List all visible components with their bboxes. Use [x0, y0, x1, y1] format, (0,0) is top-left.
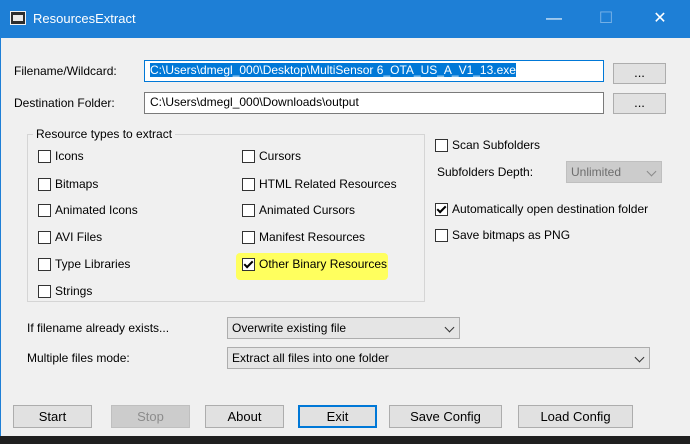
about-button[interactable]: About [205, 405, 284, 428]
checkbox-label: Strings [55, 284, 93, 298]
multiple-files-value: Extract all files into one folder [232, 351, 389, 365]
multiple-files-label: Multiple files mode: [27, 351, 130, 365]
checkbox-avi-files[interactable]: AVI Files [38, 230, 102, 244]
checkbox-box[interactable] [38, 257, 51, 271]
multiple-files-select[interactable]: Extract all files into one folder [227, 347, 650, 369]
checkbox-box[interactable] [38, 177, 51, 191]
checkbox-label: Scan Subfolders [452, 138, 541, 152]
load-config-button[interactable]: Load Config [518, 405, 633, 428]
checkbox-box[interactable] [435, 138, 448, 152]
window-title: ResourcesExtract [33, 11, 136, 26]
filename-input[interactable]: C:\Users\dmegl_000\Desktop\MultiSensor 6… [144, 60, 604, 82]
checkbox-html-related[interactable]: HTML Related Resources [242, 177, 397, 191]
save-config-button[interactable]: Save Config [389, 405, 502, 428]
app-icon [10, 11, 26, 25]
minimize-icon[interactable]: — [531, 0, 577, 38]
checkbox-label: Other Binary Resources [259, 257, 388, 271]
start-button[interactable]: Start [13, 405, 92, 428]
checkbox-type-libraries[interactable]: Type Libraries [38, 257, 130, 271]
checkbox-strings[interactable]: Strings [38, 284, 92, 298]
filename-value: C:\Users\dmegl_000\Desktop\MultiSensor 6… [150, 63, 516, 77]
background-strip [0, 436, 690, 444]
checkbox-box[interactable] [38, 230, 51, 244]
checkbox-animated-icons[interactable]: Animated Icons [38, 203, 138, 217]
checkbox-label: Manifest Resources [259, 230, 366, 244]
checkbox-label: Icons [55, 149, 84, 163]
checkbox-box[interactable] [435, 228, 448, 242]
chevron-down-icon [444, 322, 455, 333]
subfolders-depth-label: Subfolders Depth: [437, 165, 534, 179]
checkbox-box[interactable] [242, 230, 255, 244]
filename-label: Filename/Wildcard: [14, 64, 117, 78]
subfolders-depth-select[interactable]: Unlimited [566, 161, 662, 183]
if-exists-label: If filename already exists... [27, 321, 170, 335]
checkbox-label: Save bitmaps as PNG [452, 228, 571, 242]
title-bar[interactable]: ResourcesExtract — ☐ ✕ [0, 0, 690, 38]
checkbox-box[interactable] [38, 284, 51, 298]
maximize-icon[interactable]: ☐ [583, 0, 629, 38]
chevron-down-icon [646, 166, 657, 177]
checkbox-label: Automatically open destination folder [452, 202, 649, 216]
checkbox-label: Animated Cursors [259, 203, 356, 217]
destination-label: Destination Folder: [14, 96, 115, 110]
checkbox-label: Bitmaps [55, 177, 99, 191]
checkbox-animated-cursors[interactable]: Animated Cursors [242, 203, 355, 217]
checkbox-cursors[interactable]: Cursors [242, 149, 301, 163]
filename-browse-button[interactable]: ... [613, 63, 666, 84]
checkbox-other-binary[interactable]: Other Binary Resources [242, 257, 387, 271]
checkbox-box-checked[interactable] [435, 202, 448, 216]
subfolders-depth-value: Unlimited [571, 165, 622, 179]
checkbox-label: AVI Files [55, 230, 103, 244]
checkbox-label: Type Libraries [55, 257, 131, 271]
checkbox-box[interactable] [242, 177, 255, 191]
checkbox-box[interactable] [38, 203, 51, 217]
stop-button[interactable]: Stop [111, 405, 190, 428]
if-exists-value: Overwrite existing file [232, 321, 347, 335]
checkbox-icons[interactable]: Icons [38, 149, 84, 163]
checkbox-box[interactable] [242, 203, 255, 217]
resource-types-title: Resource types to extract [33, 127, 176, 141]
checkbox-manifest[interactable]: Manifest Resources [242, 230, 365, 244]
checkbox-bitmaps[interactable]: Bitmaps [38, 177, 98, 191]
checkbox-save-png[interactable]: Save bitmaps as PNG [435, 228, 570, 242]
chevron-down-icon [634, 352, 645, 363]
checkbox-box[interactable] [242, 149, 255, 163]
checkbox-scan-subfolders[interactable]: Scan Subfolders [435, 138, 540, 152]
destination-browse-button[interactable]: ... [613, 93, 666, 114]
exit-button[interactable]: Exit [298, 405, 377, 428]
checkbox-box-checked[interactable] [242, 257, 255, 271]
checkbox-label: Cursors [259, 149, 302, 163]
checkbox-box[interactable] [38, 149, 51, 163]
checkbox-auto-open[interactable]: Automatically open destination folder [435, 202, 648, 216]
window-border [0, 38, 1, 436]
checkbox-label: HTML Related Resources [259, 177, 397, 191]
close-icon[interactable]: ✕ [637, 0, 683, 38]
if-exists-select[interactable]: Overwrite existing file [227, 317, 460, 339]
checkbox-label: Animated Icons [55, 203, 138, 217]
destination-input[interactable]: C:\Users\dmegl_000\Downloads\output [144, 92, 604, 114]
